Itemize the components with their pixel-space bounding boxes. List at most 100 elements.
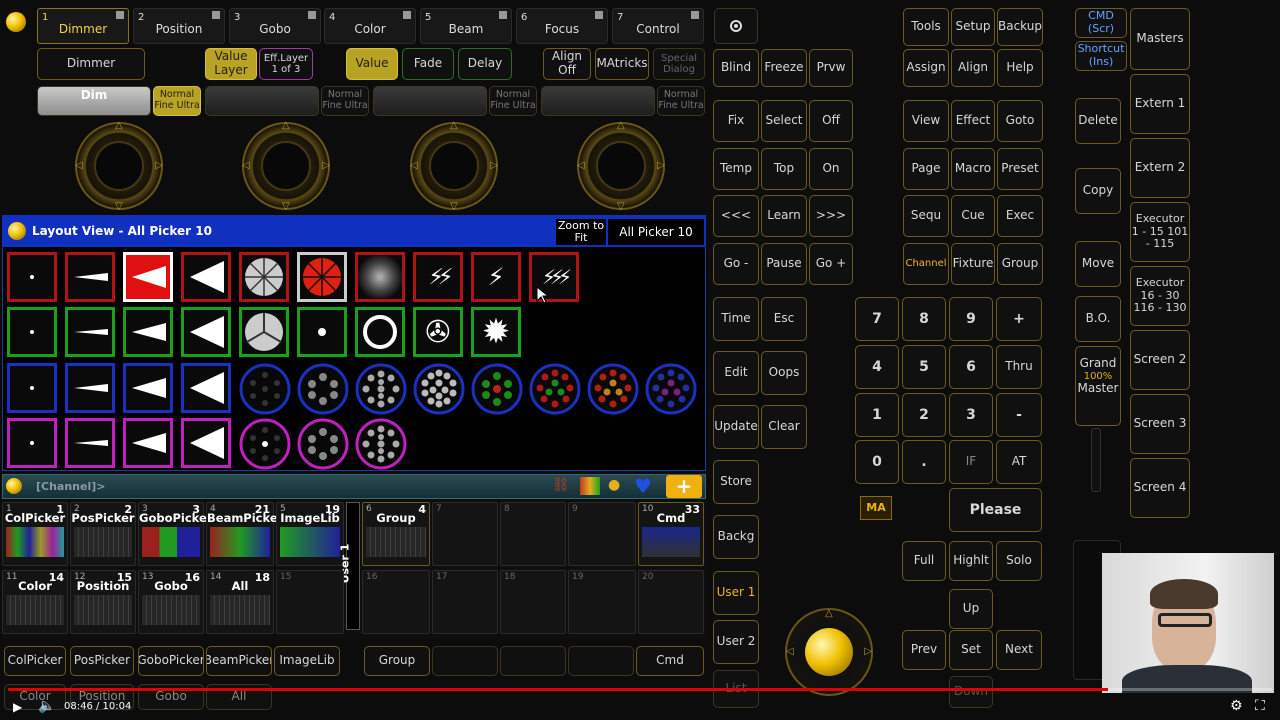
up-key[interactable]: Up (949, 589, 993, 629)
pool-colpicker[interactable]: 1 1 ColPicker (2, 502, 68, 566)
freeze-key[interactable]: Freeze (761, 49, 807, 87)
esc-key[interactable]: Esc (761, 297, 807, 341)
goto-key[interactable]: Goto (997, 100, 1043, 142)
temp-key[interactable]: Temp (713, 148, 759, 190)
solo-key[interactable]: Solo (996, 541, 1042, 581)
blackout-key[interactable]: B.O. (1075, 296, 1121, 342)
special-dialog-button[interactable]: Special Dialog (653, 48, 705, 80)
resolution-button-2[interactable]: Normal Fine Ultra (321, 86, 369, 116)
view-group-button[interactable]: Group (364, 646, 430, 676)
pool-group[interactable]: 6 4 Group (362, 502, 430, 566)
picker-blue-led-ring-2[interactable] (297, 363, 349, 415)
eff-layer-button[interactable]: Eff.Layer 1 of 3 (259, 48, 313, 80)
picker-green-gobo-split[interactable] (239, 307, 289, 357)
off-key[interactable]: Off (809, 100, 853, 142)
key-2[interactable]: 2 (902, 393, 946, 437)
effect-key[interactable]: Effect (951, 100, 995, 142)
pool-beampicker[interactable]: 4 21 BeamPicke (206, 502, 278, 566)
resolution-button-4[interactable]: Normal Fine Ultra (657, 86, 705, 116)
key-if[interactable]: IF (949, 440, 993, 484)
picker-red-dot[interactable] (7, 252, 57, 302)
pool-empty-9[interactable]: 9 (568, 502, 636, 566)
extern-1-key[interactable]: Extern 1 (1130, 74, 1190, 134)
picker-pink-narrow-beam[interactable] (65, 418, 115, 468)
fixture-key[interactable]: Fixture (951, 243, 995, 285)
encoder-knob-1[interactable]: △ ▽ ◁ ▷ (75, 120, 163, 212)
delete-key[interactable]: Delete (1075, 98, 1121, 144)
view-pospicker-button[interactable]: PosPicker (70, 646, 134, 676)
shortcut-key[interactable]: Shortcut (Ins) (1075, 41, 1127, 71)
pool-position[interactable]: 12 15 Position (70, 570, 136, 634)
picker-blue-wide-beam[interactable] (181, 363, 231, 413)
forward-key[interactable]: >>> (809, 195, 853, 237)
channel-key[interactable]: Channel (903, 243, 949, 285)
encoder-knob-2[interactable]: △ ▽ ◁ ▷ (242, 120, 330, 212)
go-plus-key[interactable]: Go + (809, 243, 853, 285)
picker-blue-led-ring-1[interactable] (239, 363, 291, 415)
resolution-button-1[interactable]: Normal Fine Ultra (153, 86, 201, 116)
picker-pink-dot[interactable] (7, 418, 57, 468)
matricks-button[interactable]: MAtricks (595, 48, 649, 80)
encoder-slot-dim[interactable]: Dim (37, 86, 151, 116)
picker-pink-medium-beam[interactable] (123, 418, 173, 468)
pool-color[interactable]: 11 14 Color (2, 570, 68, 634)
time-key[interactable]: Time (713, 297, 759, 341)
group-key[interactable]: Group (997, 243, 1043, 285)
view-colpicker-button[interactable]: ColPicker (4, 646, 66, 676)
view-empty-1[interactable] (432, 646, 498, 676)
macro-circle-button[interactable] (714, 8, 758, 44)
tab-focus[interactable]: 6 Focus (516, 8, 608, 44)
pool-gobopicker[interactable]: 3 3 GoboPicke (138, 502, 207, 566)
picker-blue-narrow-beam[interactable] (65, 363, 115, 413)
screen-4-key[interactable]: Screen 4 (1130, 458, 1190, 518)
picker-green-wide-beam[interactable] (181, 307, 231, 357)
clear-key[interactable]: Clear (761, 405, 807, 449)
picker-red-strobe-random[interactable]: ⚡⚡ (413, 252, 463, 302)
add-plus-button[interactable]: + (666, 475, 702, 498)
picker-pink-led-ring-1[interactable] (239, 418, 291, 470)
ma-orb-icon[interactable] (6, 12, 26, 32)
help-key[interactable]: Help (997, 49, 1043, 87)
screen-3-key[interactable]: Screen 3 (1130, 394, 1190, 454)
picker-blue-led-ring-green[interactable] (471, 363, 523, 415)
please-key[interactable]: Please (949, 488, 1042, 532)
key-6[interactable]: 6 (949, 345, 993, 389)
back-key[interactable]: <<< (713, 195, 759, 237)
set-key[interactable]: Set (949, 630, 993, 670)
full-key[interactable]: Full (902, 541, 946, 581)
picker-blue-led-ring-multi[interactable] (587, 363, 639, 415)
key-dot[interactable]: . (902, 440, 946, 484)
resolution-button-3[interactable]: Normal Fine Ultra (489, 86, 537, 116)
play-icon[interactable]: ▶ (13, 700, 22, 714)
tab-gobo[interactable]: 3 Gobo (229, 8, 321, 44)
pool-all[interactable]: 14 18 All (206, 570, 274, 634)
picker-blue-medium-beam[interactable] (123, 363, 173, 413)
encoder-slot-3[interactable] (373, 86, 487, 116)
key-7[interactable]: 7 (855, 297, 899, 341)
backg-key[interactable]: Backg (713, 515, 759, 559)
top-key[interactable]: Top (761, 148, 807, 190)
view-empty-2[interactable] (500, 646, 566, 676)
key-0[interactable]: 0 (855, 440, 899, 484)
tab-color[interactable]: 4 Color (324, 8, 416, 44)
pool-empty-19[interactable]: 19 (568, 570, 636, 634)
picker-blue-led-ring-blue[interactable] (645, 363, 697, 415)
encoder-knob-4[interactable]: △ ▽ ◁ ▷ (577, 120, 665, 212)
picker-green-ring-gobo[interactable] (355, 307, 405, 357)
page-key[interactable]: Page (903, 148, 949, 190)
pool-empty-8[interactable]: 8 (500, 502, 566, 566)
value-button[interactable]: Value (346, 48, 398, 80)
pool-empty-15[interactable]: 15 (276, 570, 344, 634)
picker-green-medium-beam[interactable] (123, 307, 173, 357)
encoder-knob-3[interactable]: △ ▽ ◁ ▷ (410, 120, 498, 212)
picker-blue-led-ring-red[interactable] (529, 363, 581, 415)
exec-key[interactable]: Exec (997, 195, 1043, 237)
pause-key[interactable]: Pause (761, 243, 807, 285)
macro-key[interactable]: Macro (951, 148, 995, 190)
key-thru[interactable]: Thru (996, 345, 1042, 389)
picker-pink-led-ring-2[interactable] (297, 418, 349, 470)
color-picker-icon[interactable]: ● (608, 477, 620, 493)
view-imagelib-button[interactable]: ImageLib (274, 646, 340, 676)
key-8[interactable]: 8 (902, 297, 946, 341)
trackball[interactable]: △ ◁ ▷ (785, 608, 873, 696)
